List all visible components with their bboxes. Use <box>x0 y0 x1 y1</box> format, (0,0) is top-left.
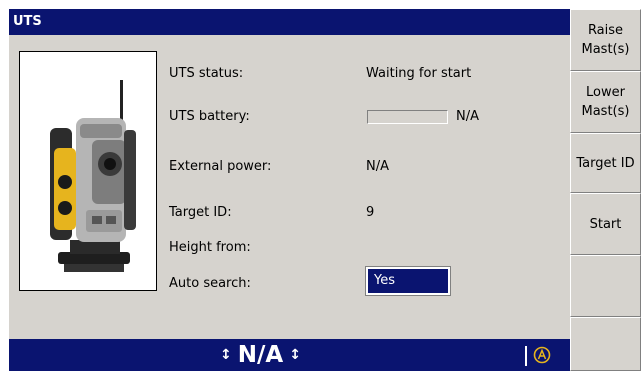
status-center-group: ↕ N/A ↕ <box>220 339 301 371</box>
raise-masts-label: Raise Mast(s) <box>581 23 630 57</box>
uts-battery-label: UTS battery: <box>169 109 250 124</box>
uts-status-label: UTS status: <box>169 66 244 81</box>
start-label: Start <box>589 216 622 232</box>
target-id-button-label: Target ID <box>576 155 635 171</box>
softkey-5-button[interactable] <box>570 255 641 317</box>
uts-battery-bar <box>367 110 448 124</box>
lower-masts-button[interactable]: Lower Mast(s) <box>570 71 641 133</box>
target-id-label: Target ID: <box>169 205 232 220</box>
external-power-label: External power: <box>169 159 272 174</box>
height-from-label: Height from: <box>169 240 251 255</box>
a-circle-icon[interactable] <box>533 346 551 364</box>
status-bar: ↕ N/A ↕ <box>9 339 570 371</box>
up-down-arrow-icon: ↕ <box>220 347 232 363</box>
main-panel: UTS status: Waiting for start UTS batter… <box>9 35 570 339</box>
instrument-photo <box>19 51 157 291</box>
status-value: N/A <box>237 342 284 368</box>
softkey-panel: Raise Mast(s) Lower Mast(s) Target ID St… <box>570 9 641 371</box>
status-divider <box>525 346 527 366</box>
uts-status-value: Waiting for start <box>366 66 472 81</box>
uts-screen: UTS UTS status: Waiting for start UTS ba… <box>9 9 641 371</box>
auto-search-select[interactable]: Yes <box>365 266 451 296</box>
uts-battery-value: N/A <box>456 109 479 124</box>
lower-masts-label: Lower Mast(s) <box>581 85 630 119</box>
target-id-value: 9 <box>366 205 375 220</box>
raise-masts-button[interactable]: Raise Mast(s) <box>570 9 641 71</box>
total-station-image <box>50 80 136 272</box>
softkey-6-button[interactable] <box>570 317 641 371</box>
start-button[interactable]: Start <box>570 193 641 255</box>
target-id-button[interactable]: Target ID <box>570 133 641 193</box>
up-down-arrow-icon: ↕ <box>289 347 301 363</box>
window-title: UTS <box>9 9 570 35</box>
auto-search-label: Auto search: <box>169 276 251 291</box>
external-power-value: N/A <box>366 159 389 174</box>
